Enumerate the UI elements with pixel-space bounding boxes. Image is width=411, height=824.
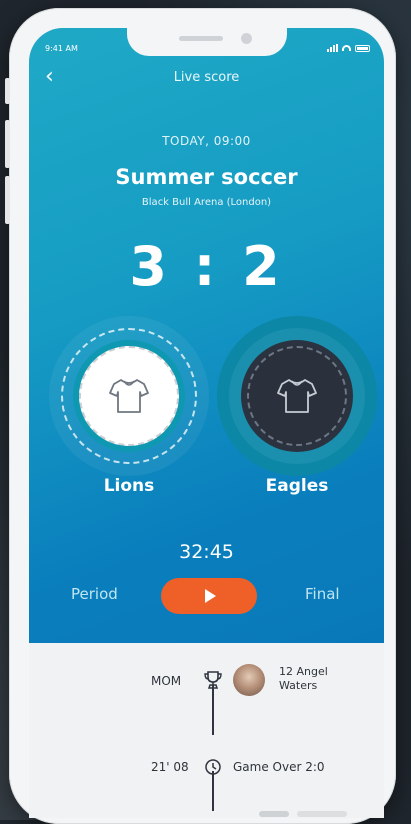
match-date: TODAY, 09:00 <box>162 134 251 148</box>
shirt-icon <box>277 379 317 413</box>
team-lions-badge[interactable] <box>49 316 209 476</box>
wifi-icon <box>342 45 351 51</box>
event-text: Game Over 2:0 <box>233 760 325 774</box>
signal-icon <box>327 44 338 52</box>
final-button[interactable]: Final <box>305 585 340 603</box>
period-button[interactable]: Period <box>71 585 118 603</box>
volume-down-button <box>5 176 10 224</box>
next-event-text <box>297 811 347 817</box>
timeline-connector <box>212 771 214 811</box>
mute-switch <box>5 78 10 104</box>
live-score-header: 9:41 AM ‹ Live score TODAY, 09:00 Summer… <box>29 28 384 643</box>
status-time: 9:41 AM <box>45 44 78 53</box>
team-name-eagles: Eagles <box>265 476 329 496</box>
status-icons <box>327 44 370 52</box>
team-eagles-badge[interactable] <box>217 316 377 476</box>
event-time: 21' 08 <box>151 760 189 774</box>
venue-name: Black Bull Arena (London) <box>141 197 272 208</box>
match-score: 3 : 2 <box>129 235 284 298</box>
shirt-icon <box>109 379 149 413</box>
avatar[interactable] <box>233 664 265 696</box>
match-timer: 32:45 <box>179 541 234 563</box>
volume-up-button <box>5 120 10 168</box>
next-event-icon <box>259 811 289 817</box>
mom-label: MOM <box>151 674 182 688</box>
team-name-lions: Lions <box>103 476 155 496</box>
mom-player: 12 Angel Waters <box>279 665 328 692</box>
device-notch <box>127 28 287 56</box>
screenshot-root: { "status": { "time": "9:41 AM" }, "nav"… <box>0 0 411 824</box>
timeline-connector <box>212 685 214 735</box>
page-title: Live score <box>173 70 240 85</box>
battery-icon <box>355 44 370 52</box>
event-name: Summer soccer <box>115 165 298 189</box>
screen: 9:41 AM ‹ Live score TODAY, 09:00 Summer… <box>29 28 384 818</box>
play-icon <box>205 589 216 603</box>
speaker-grille <box>179 36 223 41</box>
play-button[interactable] <box>161 578 257 614</box>
front-camera <box>241 33 252 44</box>
match-timeline: MOM 12 Angel Waters 21' 08 Game Over 2:0 <box>29 643 384 818</box>
